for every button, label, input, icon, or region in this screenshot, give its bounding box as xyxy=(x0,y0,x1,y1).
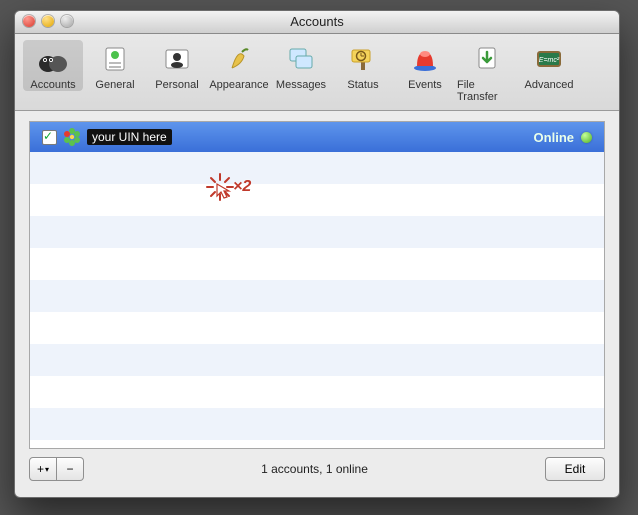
status-icon xyxy=(346,42,380,76)
tab-appearance[interactable]: Appearance xyxy=(209,40,269,91)
list-row xyxy=(30,376,604,408)
cursor-overlay-label: ×2 xyxy=(233,178,251,196)
messages-icon xyxy=(284,42,318,76)
accounts-rows xyxy=(30,152,604,448)
window-title: Accounts xyxy=(15,11,619,33)
account-status-text: Online xyxy=(534,130,574,145)
accounts-summary: 1 accounts, 1 online xyxy=(84,462,545,476)
chevron-down-icon: ▾ xyxy=(45,465,49,474)
file-transfer-icon xyxy=(470,42,504,76)
accounts-icon xyxy=(36,42,70,76)
remove-account-button[interactable]: − xyxy=(57,457,84,481)
list-row xyxy=(30,184,604,216)
titlebar: Accounts xyxy=(15,11,619,34)
list-row xyxy=(30,216,604,248)
tab-status[interactable]: Status xyxy=(333,40,393,91)
tab-accounts[interactable]: Accounts xyxy=(23,40,83,91)
account-row[interactable]: your UIN here Online xyxy=(30,122,604,153)
online-indicator-icon xyxy=(581,132,592,143)
list-row xyxy=(30,248,604,280)
general-icon xyxy=(98,42,132,76)
advanced-icon: E=mc² xyxy=(532,42,566,76)
footer-bar: +▾ − 1 accounts, 1 online Edit xyxy=(29,455,605,483)
account-status[interactable]: Online xyxy=(534,130,592,145)
account-row-left: your UIN here xyxy=(42,128,172,146)
tab-advanced[interactable]: E=mc² Advanced xyxy=(519,40,579,91)
account-enabled-checkbox[interactable] xyxy=(42,130,57,145)
edit-button[interactable]: Edit xyxy=(545,457,605,481)
personal-icon xyxy=(160,42,194,76)
accounts-list: your UIN here Online xyxy=(29,121,605,449)
tab-messages[interactable]: Messages xyxy=(271,40,331,91)
svg-text:E=mc²: E=mc² xyxy=(539,57,560,64)
preferences-window: Accounts Accounts xyxy=(14,10,620,498)
preferences-toolbar: Accounts General Personal xyxy=(15,34,619,111)
tab-general[interactable]: General xyxy=(85,40,145,91)
tab-file-transfer[interactable]: File Transfer xyxy=(457,40,517,103)
list-row xyxy=(30,344,604,376)
events-icon xyxy=(408,42,442,76)
list-row xyxy=(30,408,604,440)
add-remove-group: +▾ − xyxy=(29,457,84,481)
tab-events[interactable]: Events xyxy=(395,40,455,91)
add-account-button[interactable]: +▾ xyxy=(29,457,57,481)
account-display-name[interactable]: your UIN here xyxy=(87,129,172,145)
list-row xyxy=(30,280,604,312)
tab-personal[interactable]: Personal xyxy=(147,40,207,91)
appearance-icon xyxy=(222,42,256,76)
list-row xyxy=(30,312,604,344)
icq-icon xyxy=(63,128,81,146)
list-row xyxy=(30,152,604,184)
